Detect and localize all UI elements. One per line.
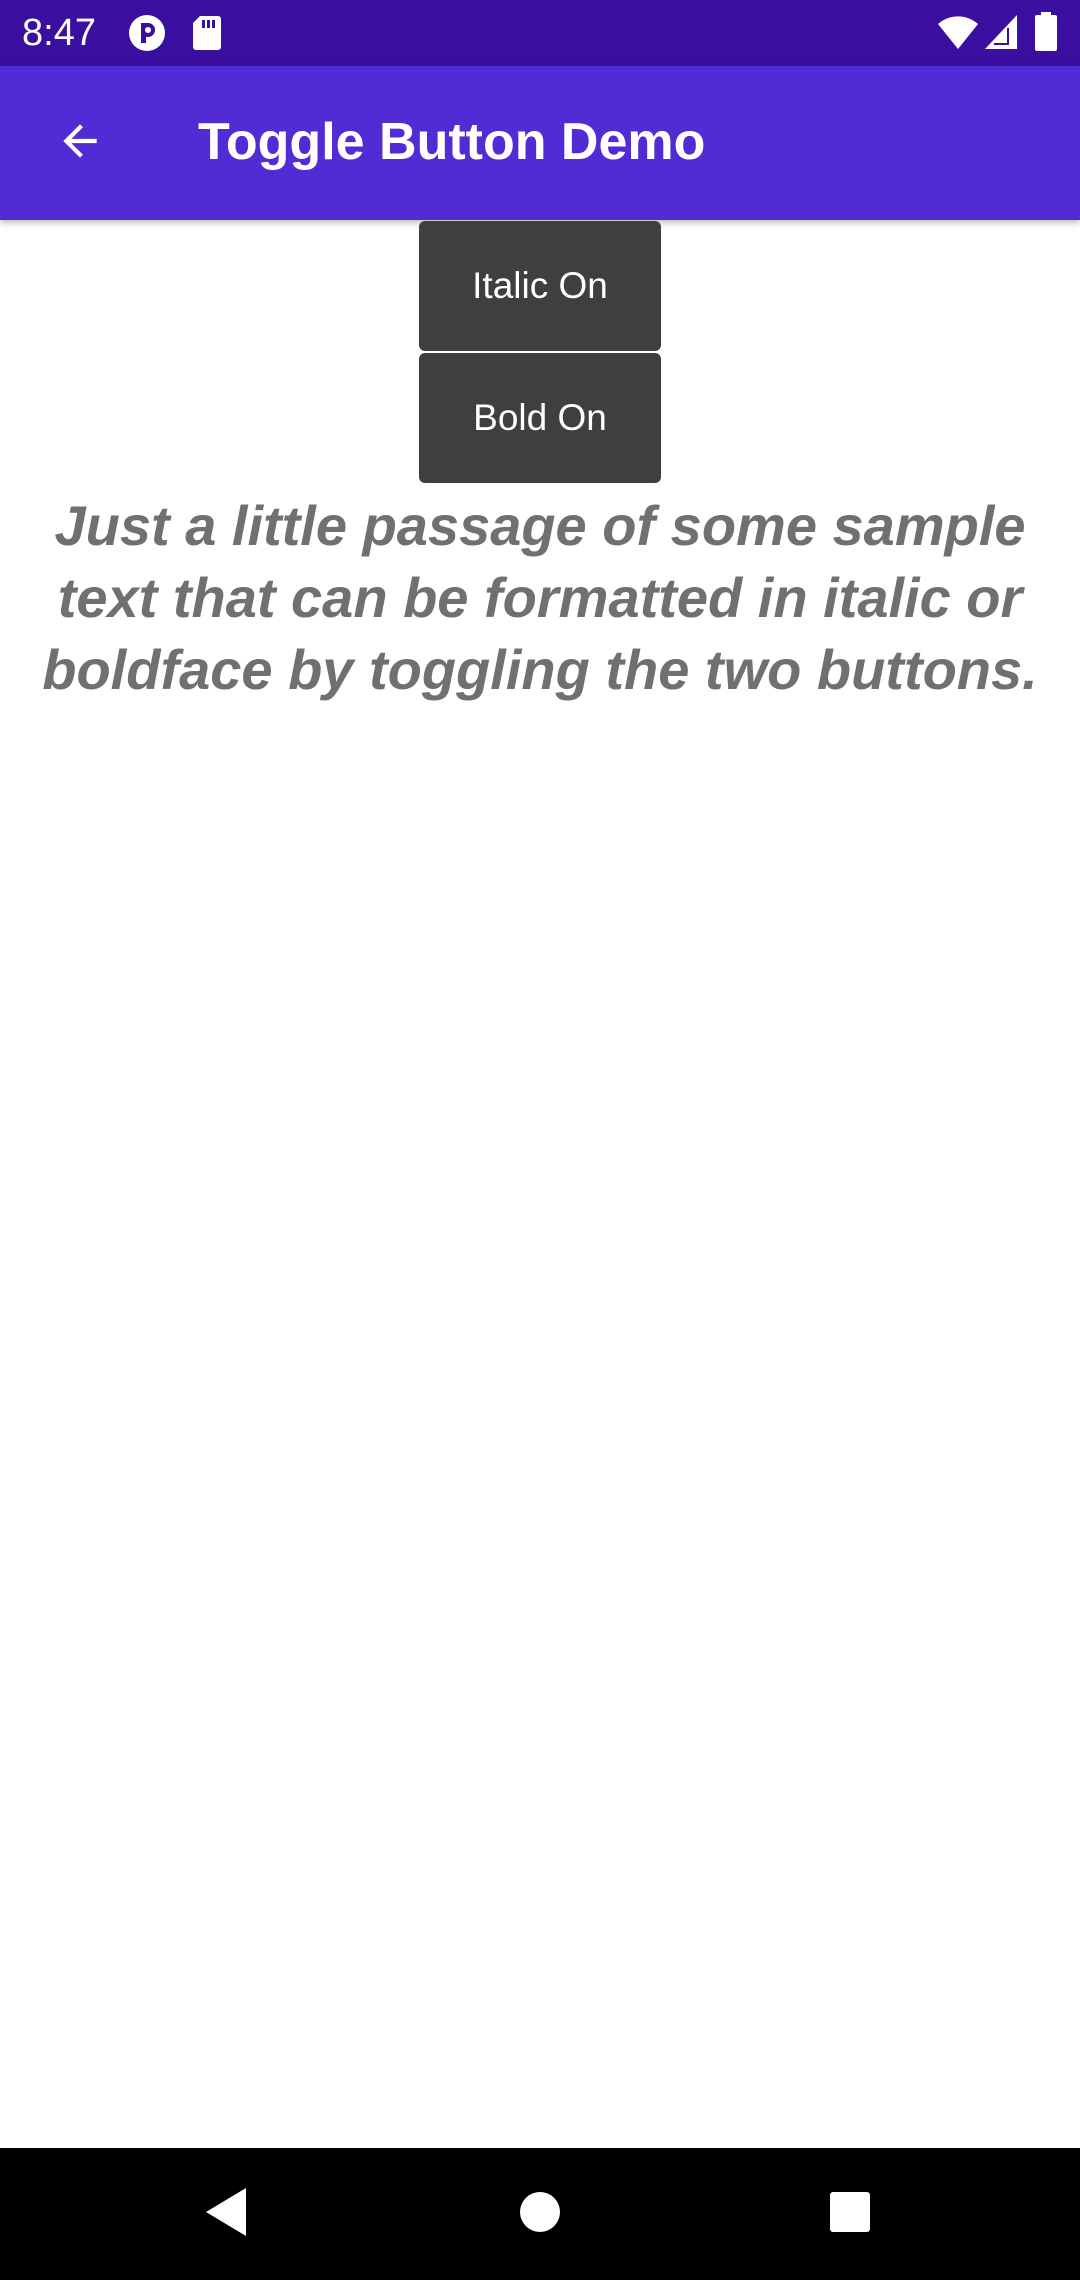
navigation-bar [0, 2148, 1080, 2280]
back-button[interactable] [40, 103, 120, 183]
italic-toggle-button[interactable]: Italic On [419, 221, 661, 351]
signal-icon [984, 14, 1018, 55]
app-bar: Toggle Button Demo [0, 66, 1080, 220]
arrow-left-icon [55, 116, 105, 171]
wifi-icon [938, 16, 978, 55]
notification-app-icon [128, 14, 166, 57]
status-bar: 8:47 [0, 0, 1080, 66]
nav-recents-icon [828, 2190, 872, 2239]
nav-recents-button[interactable] [814, 2178, 886, 2250]
battery-icon [1034, 12, 1058, 57]
screen: 8:47 Toggle Button Demo Italic On Bold O… [0, 0, 1080, 2280]
sample-passage: Just a little passage of some sample tex… [42, 494, 1038, 701]
nav-home-icon [518, 2190, 562, 2239]
nav-home-button[interactable] [504, 2178, 576, 2250]
nav-back-button[interactable] [190, 2178, 262, 2250]
page-title: Toggle Button Demo [198, 113, 706, 171]
status-time: 8:47 [22, 12, 96, 54]
sd-card-icon [192, 14, 222, 57]
nav-back-icon [202, 2186, 250, 2243]
bold-toggle-button[interactable]: Bold On [419, 353, 661, 483]
